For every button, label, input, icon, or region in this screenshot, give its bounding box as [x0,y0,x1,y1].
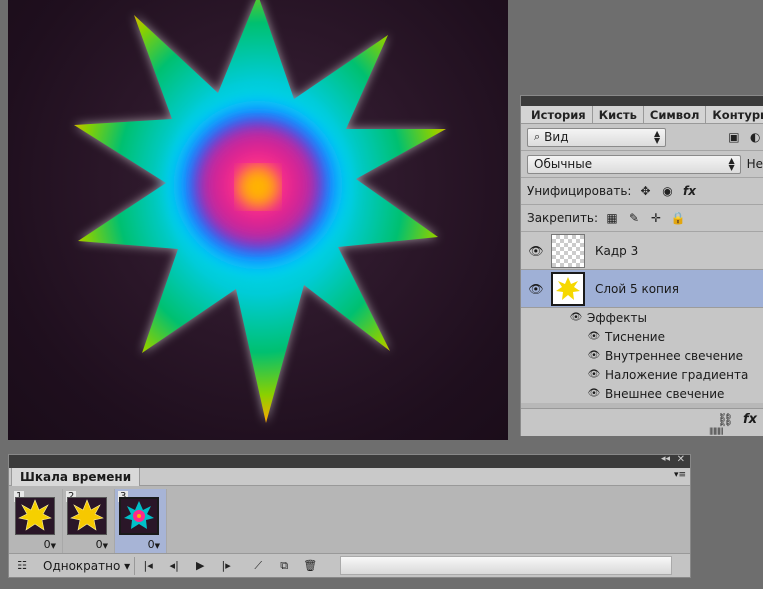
timeline-controls: ☷ Однократно ▾ |◂ ◂| ▶ |▸ ⟋ ⧉ 🗑 [9,553,690,577]
eye-icon[interactable]: 👁 [569,312,583,323]
document-canvas[interactable] [8,0,508,440]
animation-frame-2[interactable]: 2 0▼ [63,489,115,553]
frame-thumbnail [119,497,159,535]
lock-row: Закрепить: ▦ ✎ ✛ 🔒 [521,205,763,232]
animation-frame-1[interactable]: 1 0▼ [11,489,63,553]
layer-thumbnail [551,233,585,268]
lock-brush-icon[interactable]: ✎ [626,210,642,226]
search-icon: ⌕ [534,130,541,143]
eye-icon[interactable]: 👁 [587,350,601,361]
unify-position-icon[interactable]: ✥ [637,183,653,199]
adjustment-filter-icon[interactable]: ◐ [748,129,763,145]
updown-arrows-icon: ▲ ▼ [654,128,661,145]
timeline-title-strip: ◂◂ ✕ [9,454,690,468]
lock-transparent-icon[interactable]: ▦ [604,210,620,226]
blend-row: Обычные ▲ ▼ Не [521,151,763,178]
fx-icon[interactable]: fx [743,412,757,427]
eye-icon[interactable]: 👁 [587,331,601,342]
trash-icon[interactable]: 🗑 [297,559,323,572]
kind-filter-select[interactable]: ⌕ Вид ▲ ▼ [527,127,667,147]
effects-group[interactable]: 👁 Эффекты [521,308,763,327]
previous-frame-icon[interactable]: ◂| [161,559,187,572]
frame-thumbnail [15,497,55,535]
tab-history[interactable]: История [525,106,593,123]
tab-timeline[interactable]: Шкала времени [11,468,141,486]
opacity-label: Не [746,157,763,171]
frame-delay[interactable]: 0▼ [96,538,108,551]
eye-icon[interactable]: 👁 [587,388,601,399]
resize-grip-icon[interactable]: |||||||||| [709,427,724,435]
layer-row-layer5-copy[interactable]: 👁 Слой 5 копия [521,270,763,308]
eye-icon[interactable]: 👁 [521,282,551,296]
panel-tabbar: История Кисть Символ Контуры [521,96,763,124]
loop-options-select[interactable]: Однократно ▾ [39,556,136,575]
duplicate-frame-icon[interactable]: ⧉ [271,559,297,573]
effect-item[interactable]: 👁 Внешнее свечение [521,384,763,403]
collapse-icon[interactable]: ◂◂ [661,454,670,464]
panel-menu-icon[interactable]: ▾≡ [674,470,686,480]
layer-name: Кадр 3 [595,243,639,258]
updown-arrows-icon: ▲ ▼ [728,155,735,172]
tab-character[interactable]: Символ [644,106,707,123]
filter-row: ⌕ Вид ▲ ▼ ▣ ◐ [521,124,763,151]
eye-icon[interactable]: 👁 [521,244,551,258]
unify-style-icon[interactable]: fx [681,183,697,199]
frame-delay[interactable]: 0▼ [44,538,56,551]
blend-mode-select[interactable]: Обычные ▲ ▼ [527,154,741,174]
layers-panel: История Кисть Символ Контуры ⌕ Вид ▲▼ ▣ … [520,95,763,436]
layer-row-frame3[interactable]: 👁 Кадр 3 [521,232,763,270]
lock-label: Закрепить: [527,211,599,225]
tween-icon[interactable]: ⟋ [245,559,271,573]
first-frame-icon[interactable]: |◂ [135,559,161,572]
effect-item[interactable]: 👁 Внутреннее свечение [521,346,763,365]
eye-icon[interactable]: 👁 [587,369,601,380]
link-icon[interactable]: ⛓ [717,413,734,428]
star-thumb-icon [556,276,580,300]
close-icon[interactable]: ✕ [677,454,685,465]
timeline-tabs: Шкала времени ▾≡ [9,468,690,486]
star-artwork [74,0,446,423]
effect-item[interactable]: 👁 Тиснение [521,327,763,346]
lock-icon[interactable]: 🔒 [670,210,686,226]
unify-row: Унифицировать: ✥ ◉ fx [521,178,763,205]
play-icon[interactable]: ▶ [187,559,213,572]
timeline-scrollbar[interactable] [340,556,672,575]
timeline-panel: ◂◂ ✕ Шкала времени ▾≡ 1 0▼ 2 0▼ 3 0▼ [8,454,691,578]
layers-panel-footer: ⛓ fx |||||||||| [521,408,763,436]
next-frame-icon[interactable]: |▸ [213,559,239,572]
lock-move-icon[interactable]: ✛ [648,210,664,226]
frames-strip: 1 0▼ 2 0▼ 3 0▼ [11,489,167,553]
image-filter-icon[interactable]: ▣ [726,129,741,145]
tab-brush[interactable]: Кисть [593,106,644,123]
unify-visibility-icon[interactable]: ◉ [659,183,675,199]
layer-name: Слой 5 копия [595,281,679,296]
frame-delay[interactable]: 0▼ [148,538,160,551]
frame-thumbnail [67,497,107,535]
tab-paths[interactable]: Контуры [706,106,763,123]
convert-timeline-icon[interactable]: ☷ [9,559,35,572]
unify-label: Унифицировать: [527,184,632,198]
animation-frame-3[interactable]: 3 0▼ [115,489,167,553]
layer-thumbnail [551,271,585,306]
effect-item[interactable]: 👁 Наложение градиента [521,365,763,384]
